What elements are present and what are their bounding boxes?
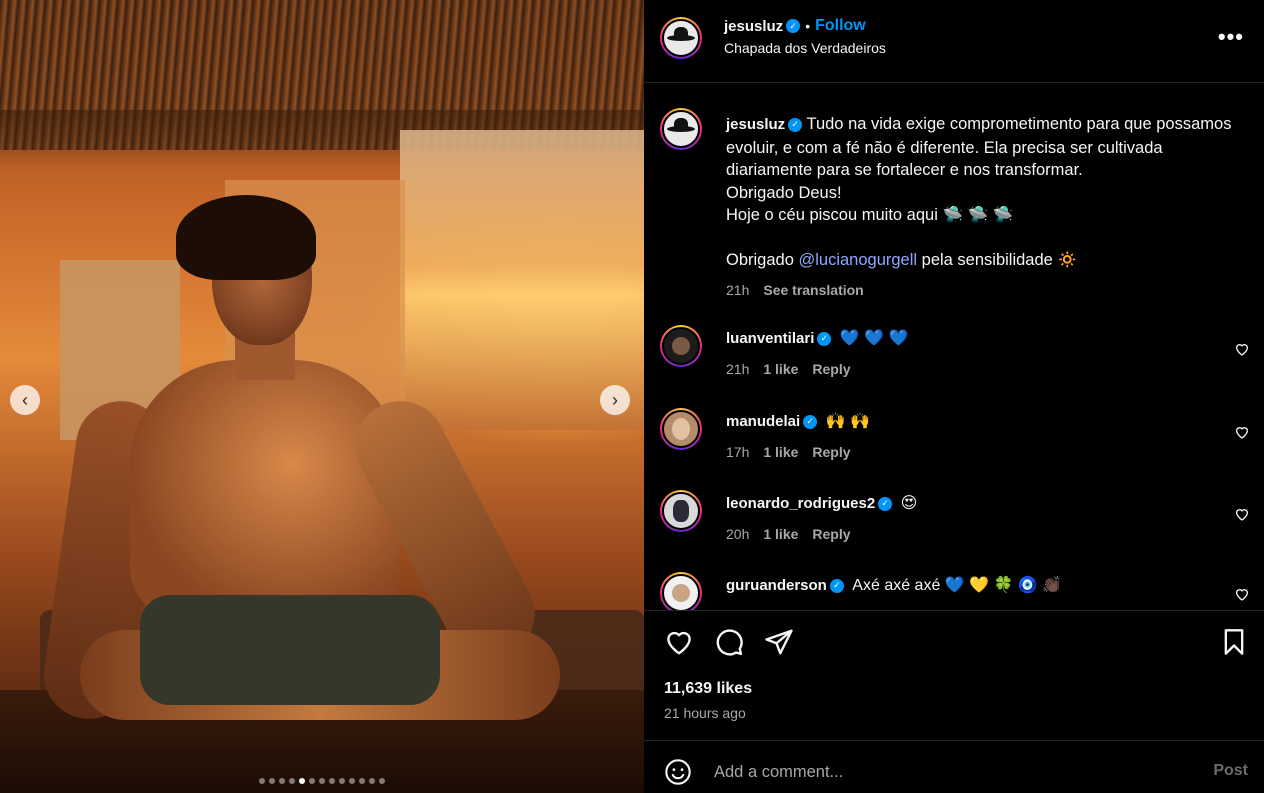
commenter-username[interactable]: leonardo_rodrigues2 [726, 495, 875, 512]
like-comment-heart-icon[interactable] [1234, 424, 1250, 440]
carousel-dot [309, 778, 315, 784]
caption-timestamp[interactable]: 21h [726, 279, 749, 302]
carousel-dot [349, 778, 355, 784]
like-comment-heart-icon[interactable] [1234, 506, 1250, 522]
commenter-username[interactable]: luanventilari [726, 330, 814, 347]
comment-likes-count[interactable]: 1 like [763, 444, 798, 460]
post-location[interactable]: Chapada dos Verdadeiros [724, 40, 886, 56]
post-caption: jesusluz ✓ Tudo na vida exige comprometim… [726, 113, 1236, 302]
post-photo: ‹ › [0, 0, 644, 793]
photo-window-sunset [400, 130, 644, 430]
carousel-dot [369, 778, 375, 784]
verified-badge-icon: ✓ [786, 19, 801, 33]
chevron-left-icon: ‹ [22, 390, 28, 410]
share-paper-plane-icon[interactable] [764, 627, 794, 657]
commenter-avatar[interactable] [660, 490, 702, 532]
carousel-dot [289, 778, 295, 784]
comment-likes-count[interactable]: 1 like [763, 526, 798, 542]
comment-bubble-icon[interactable] [714, 627, 744, 657]
caption-author-avatar[interactable] [660, 108, 702, 150]
comment-timestamp[interactable]: 21h [726, 361, 749, 377]
comment-timestamp[interactable]: 17h [726, 444, 749, 460]
verified-badge-icon: ✓ [829, 578, 844, 593]
caption-text-line: Hoje o céu piscou muito aqui 🛸 🛸 🛸 [726, 206, 1014, 224]
carousel-next-button[interactable]: › [600, 385, 630, 415]
comment-text: 🙌 🙌 [825, 413, 870, 430]
caption-username[interactable]: jesusluz [726, 116, 785, 133]
carousel-dot [259, 778, 265, 784]
reply-button[interactable]: Reply [812, 526, 850, 542]
caption-text-line: Tudo na vida exige comprometimento para … [726, 115, 1232, 179]
verified-badge-icon: ✓ [803, 414, 818, 429]
carousel-dot [319, 778, 325, 784]
more-options-icon[interactable]: ••• [1218, 24, 1244, 50]
photo-person [130, 360, 400, 620]
comment-likes-count[interactable]: 1 like [763, 361, 798, 377]
author-username[interactable]: jesusluz [724, 18, 783, 35]
post-actions [664, 627, 794, 657]
author-avatar[interactable] [660, 17, 702, 59]
post-time-ago[interactable]: 21 hours ago [664, 705, 746, 721]
post-header: jesusluz ✓ • Follow Chapada dos Verdadei… [724, 17, 886, 56]
mention-link[interactable]: @lucianogurgell [798, 251, 917, 269]
post-comment-button[interactable]: Post [1213, 762, 1248, 780]
comment-text: Axé axé axé 💙 💛 🍀 🧿 👏🏿 [852, 577, 1063, 594]
carousel-dot [299, 778, 305, 784]
verified-badge-icon: ✓ [878, 496, 893, 511]
comment-text: 😍 [900, 495, 918, 512]
reply-button[interactable]: Reply [812, 361, 850, 377]
commenter-username[interactable]: manudelai [726, 413, 800, 430]
carousel-dot [279, 778, 285, 784]
verified-badge-icon: ✓ [817, 331, 832, 346]
like-comment-heart-icon[interactable] [1234, 586, 1250, 602]
caption-text-line: Obrigado Deus! [726, 183, 842, 202]
see-translation-button[interactable]: See translation [763, 279, 863, 302]
verified-badge-icon: ✓ [788, 117, 803, 132]
reply-button[interactable]: Reply [812, 444, 850, 460]
post-detail-panel: jesusluz ✓ • Follow Chapada dos Verdadei… [644, 0, 1264, 793]
carousel-dot [269, 778, 275, 784]
comment-timestamp[interactable]: 20h [726, 526, 749, 542]
carousel-dot [329, 778, 335, 784]
chevron-right-icon: › [612, 390, 618, 410]
commenter-avatar[interactable] [660, 325, 702, 367]
carousel-prev-button[interactable]: ‹ [10, 385, 40, 415]
add-comment-input[interactable] [714, 758, 1184, 786]
commenter-avatar[interactable] [660, 408, 702, 450]
add-comment-row: Post [644, 740, 1264, 793]
comment-text: 💙 💙 💙 [839, 330, 909, 347]
like-comment-heart-icon[interactable] [1234, 341, 1250, 357]
comment-item: guruanderson ✓ Axé axé axé 💙 💛 🍀 🧿 👏🏿 [644, 572, 1264, 610]
carousel-dot [379, 778, 385, 784]
carousel-dot [359, 778, 365, 784]
like-heart-icon[interactable] [664, 627, 694, 657]
commenter-username[interactable]: guruanderson [726, 577, 827, 594]
follow-button[interactable]: Follow [815, 17, 866, 35]
carousel-dot [339, 778, 345, 784]
commenter-avatar[interactable] [660, 572, 702, 610]
carousel-indicator [0, 778, 644, 784]
likes-count[interactable]: 11,639 likes [664, 680, 752, 698]
emoji-smiley-icon[interactable] [664, 758, 692, 786]
save-bookmark-icon[interactable] [1220, 627, 1248, 657]
